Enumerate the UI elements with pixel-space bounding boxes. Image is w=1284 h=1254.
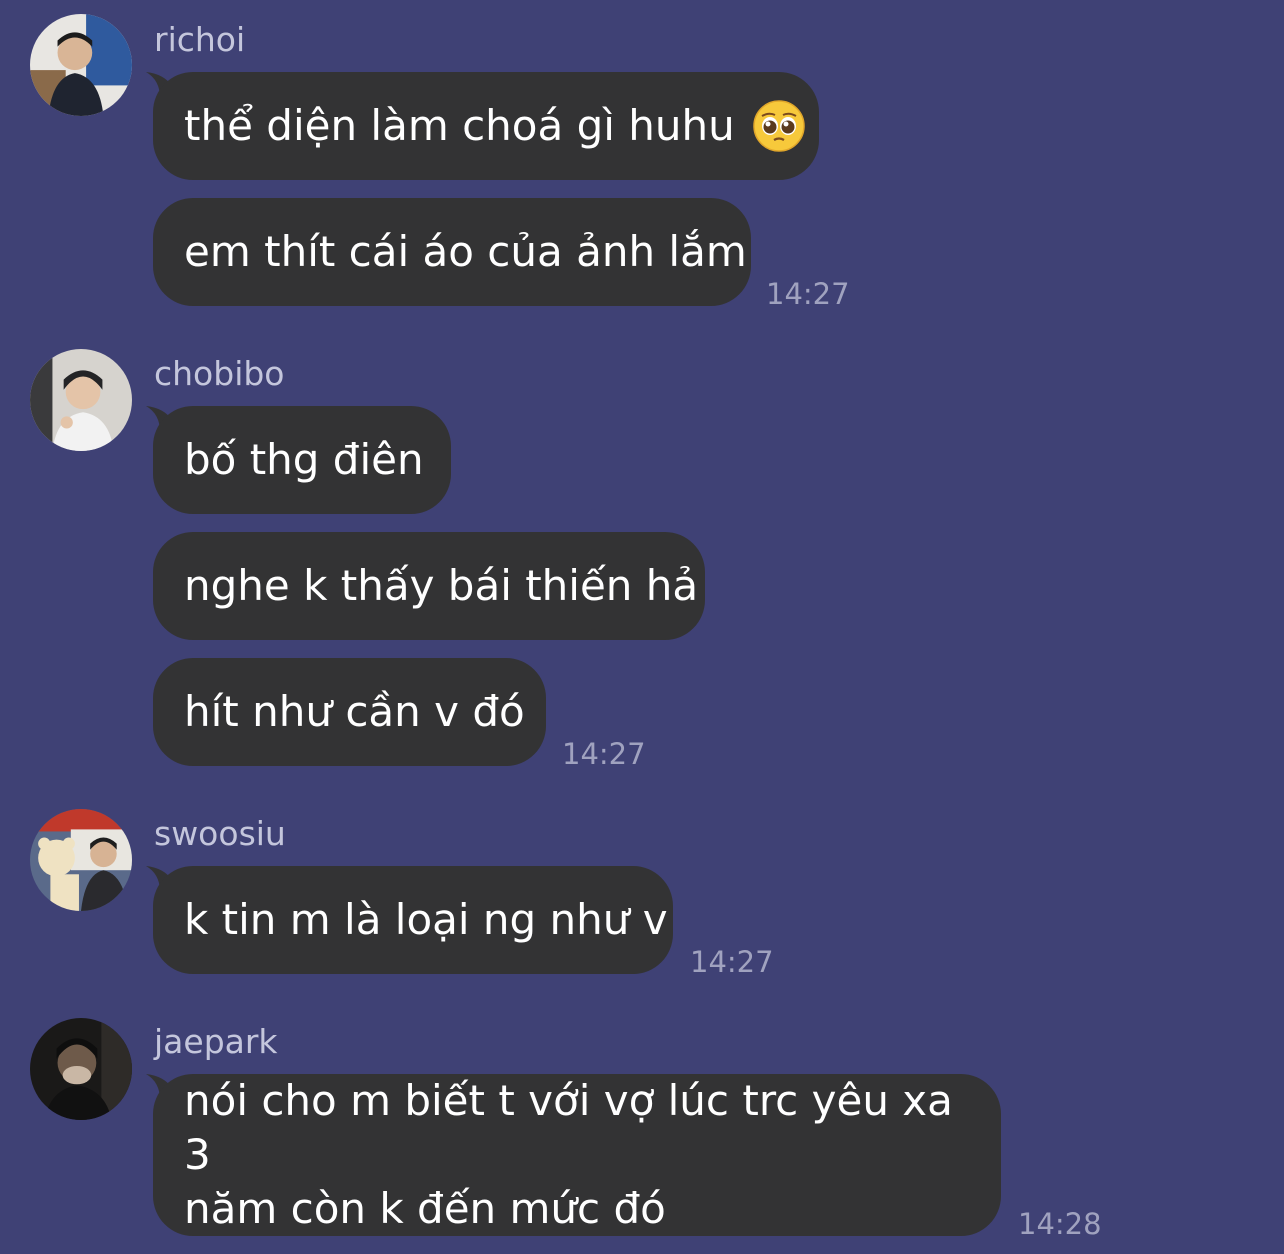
message-bubble[interactable]: k tin m là loại ng như v bbox=[153, 866, 673, 974]
message-text: hít như cần v đó bbox=[184, 687, 525, 736]
sender-name: swoosiu bbox=[154, 814, 286, 853]
message-text: nghe k thấy bái thiến hả bbox=[184, 561, 699, 610]
avatar-swoosiu[interactable] bbox=[30, 809, 132, 911]
message-text-line-2: năm còn k đến mức đó bbox=[184, 1184, 666, 1233]
pleading-face-icon bbox=[753, 100, 805, 152]
avatar-photo-icon bbox=[30, 349, 132, 451]
avatar-photo-icon bbox=[30, 809, 132, 911]
avatar-richoi[interactable] bbox=[30, 14, 132, 116]
message-bubble[interactable]: nghe k thấy bái thiến hả bbox=[153, 532, 705, 640]
avatar-photo-icon bbox=[30, 14, 132, 116]
message-text: em thít cái áo của ảnh lắm bbox=[184, 227, 747, 276]
message-bubble[interactable]: hít như cần v đó bbox=[153, 658, 546, 766]
message-bubble[interactable]: bố thg điên bbox=[153, 406, 451, 514]
message-text: k tin m là loại ng như v bbox=[184, 895, 668, 944]
message-bubble[interactable]: thể diện làm choá gì huhu bbox=[153, 72, 819, 180]
message-timestamp: 14:27 bbox=[766, 277, 850, 311]
message-timestamp: 14:27 bbox=[562, 737, 646, 771]
message-timestamp: 14:27 bbox=[690, 945, 774, 979]
avatar-chobibo[interactable] bbox=[30, 349, 132, 451]
message-timestamp: 14:28 bbox=[1018, 1207, 1102, 1241]
message-bubble[interactable]: nói cho m biết t với vợ lúc trc yêu xa 3… bbox=[153, 1074, 1001, 1236]
message-text: bố thg điên bbox=[184, 435, 424, 484]
avatar-photo-icon bbox=[30, 1018, 132, 1120]
message-text: thể diện làm choá gì huhu bbox=[184, 101, 735, 150]
message-bubble[interactable]: em thít cái áo của ảnh lắm bbox=[153, 198, 751, 306]
sender-name: jaepark bbox=[154, 1022, 278, 1061]
sender-name: chobibo bbox=[154, 354, 285, 393]
message-text-line-1: nói cho m biết t với vợ lúc trc yêu xa 3 bbox=[184, 1076, 953, 1179]
avatar-jaepark[interactable] bbox=[30, 1018, 132, 1120]
sender-name: richoi bbox=[154, 20, 246, 59]
